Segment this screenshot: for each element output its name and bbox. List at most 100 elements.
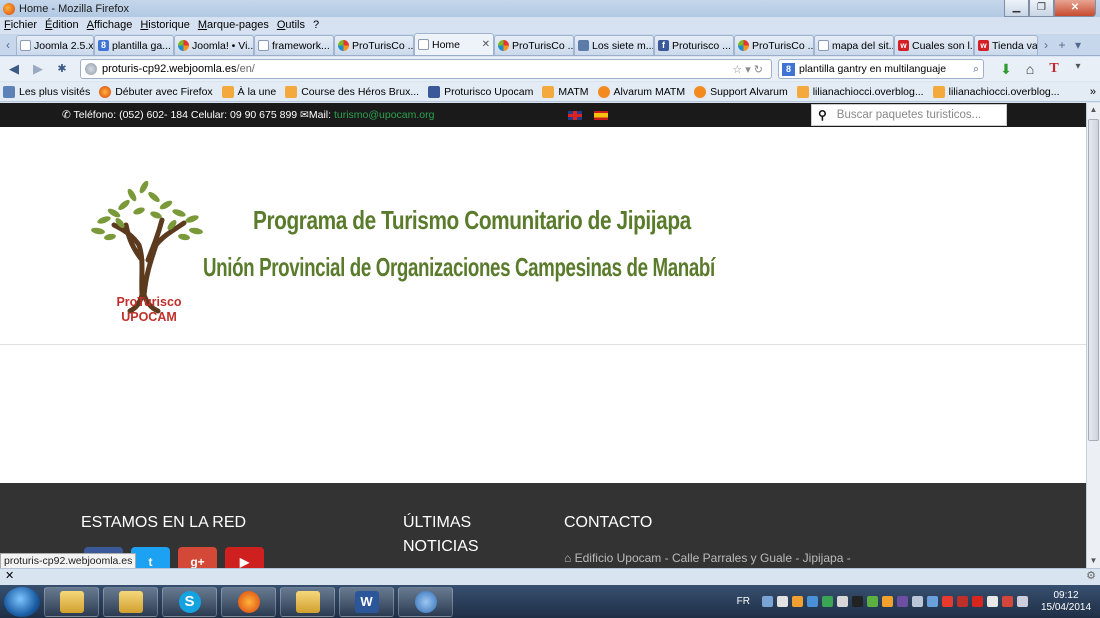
taskbar-explorer[interactable] (44, 586, 99, 617)
youtube-icon[interactable]: ▶ (225, 547, 264, 568)
tray-app-icon[interactable] (807, 596, 818, 607)
tray-app-icon[interactable] (972, 596, 983, 607)
tray-app-icon[interactable] (942, 596, 953, 607)
tab-groups-icon[interactable]: ✱ (52, 59, 72, 79)
google-icon[interactable]: 8 (782, 62, 795, 76)
bookmark-item[interactable]: lilianachiocci.overblog... (796, 85, 924, 98)
taskbar-clock[interactable]: 09:12 15/04/2014 (1038, 590, 1094, 614)
bookmark-item[interactable]: Course des Héros Brux... (285, 85, 419, 98)
minimize-button[interactable]: ▁ (1004, 0, 1029, 17)
tray-app-icon[interactable] (762, 596, 773, 607)
bookmark-item[interactable]: lilianachiocci.overblog... (932, 85, 1060, 98)
translate-t-icon[interactable]: T (1042, 61, 1066, 78)
tray-app-icon[interactable] (837, 596, 848, 607)
english-flag-icon[interactable] (568, 111, 582, 120)
close-tab-icon[interactable]: ✕ (478, 39, 490, 50)
tab-proturisco-3[interactable]: ProTurisCo ... (734, 35, 814, 55)
twitter-icon[interactable]: t (131, 547, 170, 568)
windows-start-icon[interactable] (4, 586, 40, 617)
tray-app-icon[interactable] (882, 596, 893, 607)
url-bar[interactable]: proturis-cp92.webjoomla.es/en/ ☆▾↻ (80, 59, 772, 79)
taskbar-folder[interactable] (280, 586, 335, 617)
tray-app-icon[interactable] (852, 596, 863, 607)
taskbar-skype[interactable]: S (162, 586, 217, 617)
magnifier-icon[interactable]: ⌕ (973, 63, 983, 76)
scroll-up-arrow-icon[interactable]: ▲ (1087, 103, 1100, 117)
tray-app-icon[interactable] (867, 596, 878, 607)
contact-mail-link[interactable]: turismo@upocam.org (334, 109, 435, 121)
menu-help[interactable]: ? (313, 19, 319, 31)
tab-plantilla[interactable]: 8 plantilla ga... (94, 35, 174, 55)
taskbar-files[interactable] (103, 586, 158, 617)
menu-fichier[interactable]: Fichier (4, 19, 37, 31)
close-window-button[interactable]: ✕ (1054, 0, 1096, 17)
resize-grip-icon[interactable]: ⚙ (1086, 569, 1096, 584)
window-title: Home - Mozilla Firefox (19, 2, 130, 15)
window-titlebar: Home - Mozilla Firefox ▁ ❐ ✕ (0, 0, 1100, 17)
menu-historique[interactable]: Historique (140, 19, 190, 31)
search-bar[interactable]: 8 plantilla gantry en multilanguaje ⌕ (778, 59, 984, 79)
taskbar-firefox[interactable] (221, 586, 276, 617)
overflow-icon[interactable]: ▾ (1066, 61, 1090, 78)
search-icon[interactable]: ⚲ (818, 108, 827, 122)
tab-cuales[interactable]: w Cuales son l... (894, 35, 974, 55)
tab-proturisco-2[interactable]: ProTurisCo ... (494, 35, 574, 55)
tab-scroll-right-icon[interactable]: › (1038, 35, 1054, 55)
tray-app-icon[interactable] (792, 596, 803, 607)
google-plus-icon[interactable]: g+ (178, 547, 217, 568)
tab-tienda[interactable]: w Tienda var (974, 35, 1038, 55)
volume-icon[interactable] (987, 596, 998, 607)
spanish-flag-icon[interactable] (594, 111, 608, 120)
bookmarks-overflow-icon[interactable]: » (1090, 86, 1096, 98)
bookmark-item[interactable]: Les plus visités (3, 85, 90, 98)
scrollbar-thumb[interactable] (1088, 119, 1099, 441)
tab-home[interactable]: Home ✕ (414, 33, 494, 55)
taskbar-network[interactable] (398, 586, 453, 617)
site-search-input[interactable]: ⚲ Buscar paquetes turisticos... (811, 104, 1007, 126)
tray-app-icon[interactable] (912, 596, 923, 607)
back-arrow-icon[interactable]: ◀ (4, 59, 24, 79)
restore-button[interactable]: ❐ (1029, 0, 1054, 17)
tray-app-icon[interactable] (897, 596, 908, 607)
facebook-icon: f (658, 40, 669, 51)
scroll-down-arrow-icon[interactable]: ▼ (1087, 554, 1100, 568)
tab-los-siete[interactable]: Los siete m... (574, 35, 654, 55)
signal-icon[interactable] (1017, 596, 1028, 607)
tab-mapa[interactable]: mapa del sit... (814, 35, 894, 55)
menu-marque-pages[interactable]: Marque-pages (198, 19, 269, 31)
bookmark-item[interactable]: MATM (542, 85, 589, 98)
menu-affichage[interactable]: Affichage (87, 19, 133, 31)
tray-app-icon[interactable] (822, 596, 833, 607)
bookmark-item[interactable]: Alvarum MATM (597, 85, 685, 98)
language-indicator[interactable]: FR (737, 596, 750, 607)
bookmark-item[interactable]: Support Alvarum (694, 85, 788, 98)
close-addon-bar-icon[interactable]: ✕ (5, 570, 14, 582)
bookmark-star-icon[interactable]: ☆▾↻ (732, 63, 771, 76)
new-tab-icon[interactable]: + (1054, 35, 1070, 55)
forward-arrow-icon[interactable]: ▶ (28, 59, 48, 79)
tab-framework[interactable]: framework... (254, 35, 334, 55)
tab-proturisco-fb[interactable]: f Proturisco ... (654, 35, 734, 55)
tray-app-icon[interactable] (927, 596, 938, 607)
tab-proturisco-1[interactable]: ProTurisCo ... (334, 35, 414, 55)
tray-app-icon[interactable] (777, 596, 788, 607)
page-scrollbar[interactable]: ▲ ▼ (1086, 103, 1100, 568)
system-tray: FR 09:12 15/04/2014 (737, 590, 1100, 614)
tab-list-icon[interactable]: ▾ (1070, 35, 1086, 55)
tab-joomla-25[interactable]: Joomla 2.5.x... (16, 35, 94, 55)
home-icon[interactable]: ⌂ (1018, 61, 1042, 78)
bookmark-item[interactable]: À la une (221, 85, 276, 98)
menu-edition[interactable]: Édition (45, 19, 79, 31)
joomla-icon (498, 40, 509, 51)
tab-joomla-vi[interactable]: Joomla! • Vi... (174, 35, 254, 55)
bookmark-item[interactable]: Débuter avec Firefox (99, 85, 213, 98)
tray-app-icon[interactable] (957, 596, 968, 607)
network-icon (414, 590, 437, 613)
download-arrow-icon[interactable]: ⬇ (994, 61, 1018, 78)
bookmark-item[interactable]: Proturisco Upocam (428, 85, 533, 98)
taskbar-word[interactable]: W (339, 586, 394, 617)
tab-scroll-left-icon[interactable]: ‹ (0, 35, 16, 55)
google-icon: 8 (98, 40, 109, 51)
network-status-icon[interactable] (1002, 596, 1013, 607)
menu-outils[interactable]: Outils (277, 19, 305, 31)
